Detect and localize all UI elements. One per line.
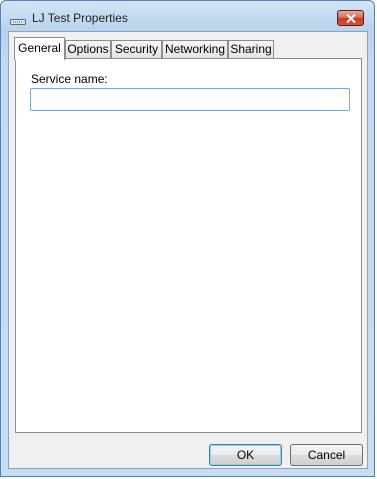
tab-sharing[interactable]: Sharing [228,40,274,59]
dialog-client-area: General Options Security Networking Shar… [8,31,368,469]
service-name-input[interactable] [30,88,350,111]
close-icon [346,14,356,23]
tab-networking[interactable]: Networking [162,40,228,59]
title-bar[interactable]: LJ Test Properties [1,1,374,31]
general-tab-panel: Service name: [15,58,362,433]
tab-security[interactable]: Security [111,40,162,59]
cancel-button[interactable]: Cancel [290,444,363,466]
ok-button[interactable]: OK [209,444,282,466]
service-name-label: Service name: [31,72,108,86]
tab-options[interactable]: Options [65,40,111,59]
window-title: LJ Test Properties [32,11,128,25]
network-adapter-icon [10,14,26,25]
close-button[interactable] [337,10,364,26]
properties-window: LJ Test Properties General Options Secur… [0,0,375,477]
tab-general[interactable]: General [14,37,65,60]
